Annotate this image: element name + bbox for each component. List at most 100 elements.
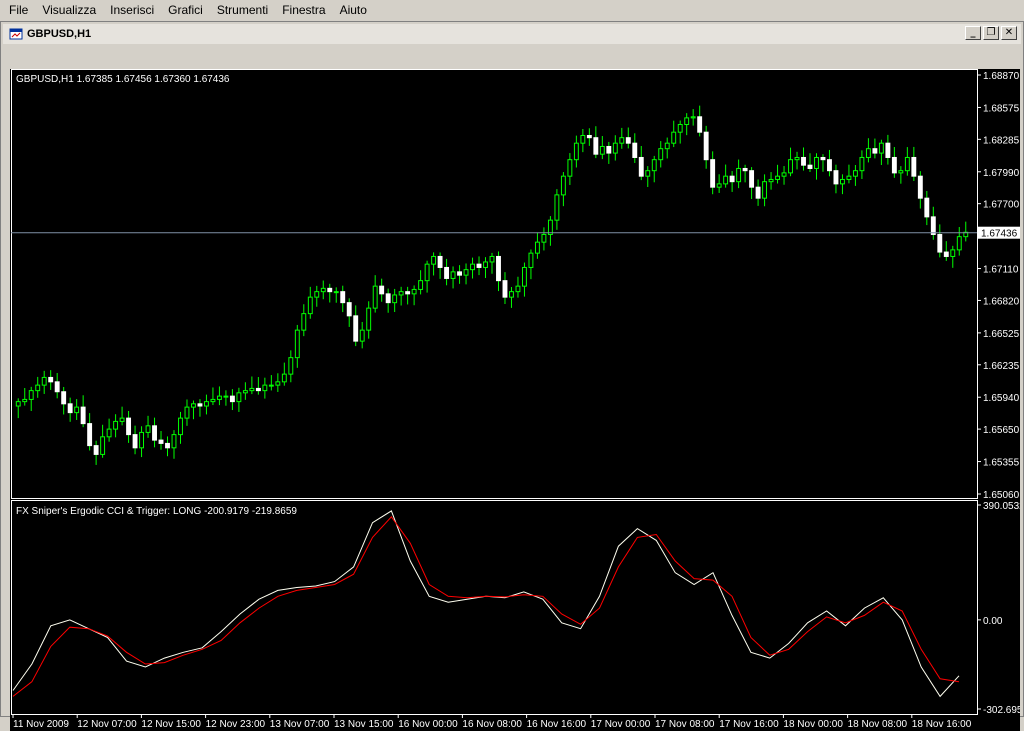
candle-body: [807, 164, 813, 169]
candle-body: [242, 390, 248, 394]
candle-body: [301, 313, 307, 331]
chart-canvas[interactable]: 1.68870 1.68575 1.68285 1.67990 1.67700 1.671…: [10, 69, 1020, 731]
candle-body: [846, 175, 852, 180]
candle-body: [327, 287, 333, 293]
menu-strumenti[interactable]: Strumenti: [210, 0, 275, 21]
candle-body: [567, 159, 573, 177]
indicator-info: FX Sniper's Ergodic CCI & Trigger: LONG …: [16, 506, 297, 517]
candle-body: [229, 395, 235, 403]
time-tick-label: 16 Nov 08:00: [462, 719, 522, 730]
candle-body: [67, 403, 73, 414]
time-tick-label: 18 Nov 16:00: [912, 719, 972, 730]
time-tick-label: 11 Nov 2009: [13, 719, 69, 730]
candle-body: [775, 175, 780, 180]
candle-body: [515, 285, 521, 293]
candle-body: [366, 307, 372, 331]
candle-body: [632, 142, 638, 158]
candle-body: [528, 252, 534, 268]
menu-aiuto[interactable]: Aiuto: [333, 0, 374, 21]
restore-button[interactable]: ❐: [983, 26, 999, 40]
candle-body: [223, 395, 229, 398]
candle-body: [690, 116, 696, 119]
time-tick-label: 17 Nov 16:00: [719, 719, 779, 730]
price-tick-label: 1.68285: [983, 135, 1020, 146]
candle-body: [119, 417, 125, 422]
price-tick-label: 1.65940: [983, 393, 1020, 404]
menu-finestra[interactable]: Finestra: [275, 0, 332, 21]
candle-body: [898, 170, 904, 174]
candle-body: [333, 291, 339, 294]
candle-body: [671, 131, 677, 144]
candle-body: [534, 241, 540, 254]
candle-body: [930, 216, 936, 235]
candle-body: [145, 425, 151, 433]
candle-body: [74, 406, 80, 414]
candle-body: [554, 194, 560, 221]
candle-body: [833, 170, 839, 185]
candle-body: [742, 167, 748, 172]
menu-visualizza[interactable]: Visualizza: [35, 0, 103, 21]
candle-body: [184, 406, 190, 419]
candle-body: [15, 401, 21, 407]
candle-body: [496, 255, 501, 282]
minimize-button[interactable]: _: [965, 26, 981, 40]
candle-body: [281, 373, 287, 383]
symbol-info: GBPUSD,H1 1.67385 1.67456 1.67360 1.6743…: [16, 74, 230, 85]
candle-body: [878, 142, 884, 154]
candle-body: [768, 178, 774, 183]
window-titlebar[interactable]: GBPUSD,H1 _ ❐ ✕: [3, 24, 1021, 44]
candle-body: [924, 197, 930, 218]
candle-body: [606, 145, 612, 154]
candle-body: [41, 376, 47, 386]
candle-body: [178, 417, 183, 436]
price-tick-label: 1.66820: [983, 296, 1020, 307]
candle-body: [814, 156, 819, 169]
current-price-label: 1.67436: [981, 229, 1018, 240]
candle-body: [522, 266, 527, 287]
candle-body: [359, 329, 365, 342]
menu-file[interactable]: File: [2, 0, 35, 21]
candle-body: [54, 381, 60, 393]
indicator-tick-label: 0.00: [983, 616, 1003, 627]
candle-body: [398, 291, 404, 296]
candle-body: [444, 266, 450, 279]
candle-body: [437, 255, 443, 268]
candle-body: [827, 159, 832, 172]
candle-body: [645, 170, 651, 177]
candle-body: [684, 117, 690, 125]
candle-body: [191, 403, 196, 408]
menu-inserisci[interactable]: Inserisci: [103, 0, 161, 21]
close-button[interactable]: ✕: [1001, 26, 1017, 40]
candle-body: [48, 376, 54, 383]
price-tick-label: 1.65060: [983, 490, 1020, 501]
candle-body: [943, 251, 949, 257]
candle-body: [911, 156, 917, 177]
candle-body: [379, 285, 385, 295]
candle-body: [509, 291, 514, 298]
candle-body: [638, 156, 644, 177]
candle-body: [255, 387, 261, 392]
candle-body: [113, 420, 119, 430]
candle-body: [210, 398, 216, 403]
candle-body: [794, 156, 800, 161]
price-tick-label: 1.68870: [983, 71, 1020, 82]
candle-body: [476, 263, 482, 268]
candle-body: [80, 406, 86, 425]
candle-body: [710, 159, 716, 188]
candle-body: [697, 116, 703, 133]
candle-body: [346, 302, 352, 317]
candle-body: [294, 329, 300, 359]
candle-body: [463, 269, 469, 276]
time-tick-label: 12 Nov 07:00: [77, 719, 137, 730]
candle-body: [61, 391, 67, 405]
menu-grafici[interactable]: Grafici: [161, 0, 210, 21]
candle-body: [268, 384, 274, 387]
candle-body: [132, 434, 138, 449]
price-tick-label: 1.67110: [983, 265, 1019, 276]
candle-body: [950, 249, 956, 257]
price-tick-label: 1.67990: [983, 168, 1020, 179]
indicator-tick-label: 390.0532: [983, 501, 1020, 512]
time-tick-label: 16 Nov 16:00: [527, 719, 587, 730]
candle-body: [431, 255, 437, 265]
time-tick-label: 17 Nov 00:00: [591, 719, 651, 730]
